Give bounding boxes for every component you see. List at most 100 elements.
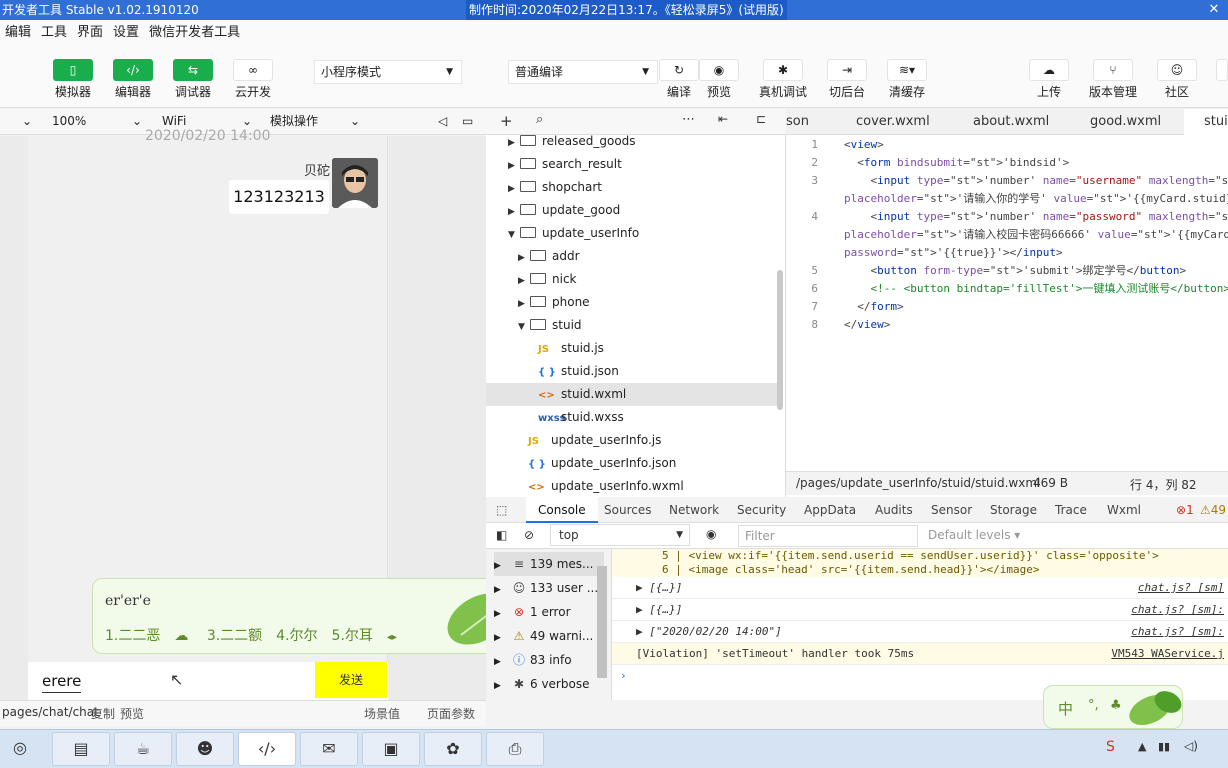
menu-view[interactable]: 界面 <box>72 20 108 46</box>
console-source-link[interactable]: chat.js? [sm]: <box>1131 621 1224 642</box>
file-tree-item[interactable]: ▼ update_userInfo <box>486 222 778 245</box>
file-tree-item[interactable]: JS stuid.js <box>486 337 778 360</box>
preview-link[interactable]: 预览 <box>120 705 144 722</box>
console-line[interactable]: ▶ [{…}] chat.js? [sm]: <box>612 599 1228 621</box>
file-explorer-icon[interactable]: ▤ <box>52 732 110 766</box>
console-filter-item[interactable]: ▶ ⓘ 83 info <box>494 648 604 672</box>
file-tree-item[interactable]: wxssstuid.wxss <box>486 406 778 429</box>
file-tree-item[interactable]: ▶ shopchart <box>486 176 778 199</box>
file-tree-item[interactable]: ▶ search_result <box>486 153 778 176</box>
more-button[interactable] <box>1216 59 1228 81</box>
file-tree-item[interactable]: { } stuid.json <box>486 360 778 383</box>
menu-settings[interactable]: 设置 <box>108 20 144 46</box>
tab-about[interactable]: about.wxml <box>973 109 1049 135</box>
tab-sources[interactable]: Sources <box>604 497 651 523</box>
console-filter-item[interactable]: ▶ ✱ 6 verbose <box>494 672 604 696</box>
close-window-icon[interactable]: ✕ <box>1200 0 1228 20</box>
more-icon[interactable]: ⋯ <box>682 112 695 127</box>
console-filter-item[interactable]: ▶ ☺ 133 user ... <box>494 576 604 600</box>
paw-icon[interactable]: ✿ <box>424 732 482 766</box>
devtools-taskbar-icon[interactable]: ‹/› <box>238 732 296 766</box>
tab-json[interactable]: son <box>786 109 809 135</box>
scrollbar[interactable] <box>597 566 607 678</box>
tab-network[interactable]: Network <box>669 497 719 523</box>
console-line[interactable]: ▶ [{…}] chat.js? [sm] <box>612 577 1228 599</box>
java-ee-icon[interactable]: ☕ <box>114 732 172 766</box>
file-tree-item[interactable]: <> stuid.wxml <box>486 383 778 406</box>
compile-button[interactable]: ↻ 编译 <box>659 59 699 100</box>
console-source-link[interactable]: chat.js? [sm]: <box>1131 599 1224 620</box>
console-line[interactable]: [Violation] 'setTimeout' handler took 75… <box>612 643 1228 665</box>
ime-language-label[interactable]: 中 <box>1058 698 1073 719</box>
network-signal-icon[interactable]: ▮▮ <box>1158 740 1170 753</box>
cloud-dev-button[interactable]: ∞ 云开发 <box>233 59 273 100</box>
console-filter-item[interactable]: ▶ ⊗ 1 error <box>494 600 604 624</box>
console-filter-item[interactable]: ▶ ⚠ 49 warni... <box>494 624 604 648</box>
tab-sensor[interactable]: Sensor <box>931 497 972 523</box>
file-tree-item[interactable]: JS update_userInfo.js <box>486 429 778 452</box>
file-tree-item[interactable]: <> update_userInfo.wxml <box>486 475 778 498</box>
zoom-select[interactable]: 100% ⌄ <box>52 109 142 133</box>
recorder-icon[interactable]: ⎙ <box>486 732 544 766</box>
scene-value-button[interactable]: 场景值 <box>364 705 400 722</box>
community-button[interactable]: ☺ 社区 <box>1157 59 1197 100</box>
menu-tools[interactable]: 工具 <box>36 20 72 46</box>
file-tree-item[interactable]: ▶ addr <box>486 245 778 268</box>
console-filter-input[interactable]: Filter <box>738 525 918 547</box>
tab-security[interactable]: Security <box>737 497 786 523</box>
ime-candidate[interactable]: 5.尔耳 <box>332 628 373 644</box>
send-button[interactable]: 发送 <box>315 662 387 698</box>
version-button[interactable]: ⑂ 版本管理 <box>1089 59 1137 100</box>
console-line[interactable]: 6 | <image class='head' src='{{item.send… <box>612 563 1228 577</box>
ime-candidate[interactable]: 3.二二额 <box>207 628 262 644</box>
tab-audits[interactable]: Audits <box>875 497 913 523</box>
error-count[interactable]: ⊗1 <box>1176 497 1194 523</box>
inspect-icon[interactable]: ⬚ <box>496 497 507 523</box>
wechat-icon[interactable]: ✉ <box>300 732 358 766</box>
message-input[interactable]: erere <box>42 670 82 693</box>
chrome-icon[interactable]: ◎ <box>0 732 40 766</box>
scrollbar[interactable] <box>777 270 783 410</box>
console-line[interactable]: ▶ ["2020/02/20 14:00"] chat.js? [sm]: <box>612 621 1228 643</box>
copy-link[interactable]: 复制 <box>91 705 115 722</box>
context-select[interactable]: top ▼ <box>550 524 690 546</box>
page-arrows-icon[interactable]: ◂▸ <box>387 632 397 643</box>
file-tree-item[interactable]: ▶ phone <box>486 291 778 314</box>
file-tree-item[interactable]: ▶ released_goods <box>486 130 778 153</box>
skin-icon[interactable]: ♣ <box>1110 698 1122 713</box>
tray-arrow-icon[interactable]: ▲ <box>1138 740 1146 753</box>
tab-wxml[interactable]: Wxml <box>1107 497 1141 523</box>
levels-select[interactable]: Default levels ▾ <box>928 528 1020 542</box>
collapse-icon[interactable]: ⇤ <box>718 112 728 126</box>
file-tree-item[interactable]: ▶ nick <box>486 268 778 291</box>
volume-icon[interactable]: ◁) <box>1184 739 1198 753</box>
console-filter-item[interactable]: ▶ ≡ 139 mes... <box>494 552 604 576</box>
warning-count[interactable]: ⚠49 <box>1200 497 1226 523</box>
mode-select[interactable]: 小程序模式 ▼ <box>314 60 462 84</box>
background-button[interactable]: ⇥ 切后台 <box>827 59 867 100</box>
upload-button[interactable]: ☁ 上传 <box>1029 59 1069 100</box>
menu-wechat-devtools[interactable]: 微信开发者工具 <box>144 20 245 46</box>
simulate-operation-select[interactable]: 模拟操作 ⌄ <box>270 109 360 133</box>
tab-stuid[interactable]: stuid <box>1184 109 1228 135</box>
file-tree-item[interactable]: ▼ stuid <box>486 314 778 337</box>
search-icon[interactable]: ⌕ <box>536 112 543 127</box>
users-icon[interactable]: ☻ <box>176 732 234 766</box>
page-params-button[interactable]: 页面参数 <box>427 705 475 722</box>
console-source-link[interactable]: chat.js? [sm] <box>1138 577 1224 598</box>
tab-trace[interactable]: Trace <box>1055 497 1087 523</box>
clear-console-icon[interactable]: ⊘ <box>524 528 534 542</box>
console-line[interactable]: › <box>612 665 1228 687</box>
simulator-toggle[interactable]: ▯ 模拟器 <box>53 59 93 100</box>
tab-cover[interactable]: cover.wxml <box>856 109 930 135</box>
file-tree-item[interactable]: { } update_userInfo.json <box>486 452 778 475</box>
split-icon[interactable]: ⊏ <box>756 112 766 126</box>
ime-candidate[interactable]: 4.尔尔 <box>276 628 317 644</box>
real-debug-button[interactable]: ✱ 真机调试 <box>758 59 808 100</box>
window-app-icon[interactable]: ▣ <box>362 732 420 766</box>
file-tree-item[interactable]: ▶ update_good <box>486 199 778 222</box>
tab-storage[interactable]: Storage <box>990 497 1037 523</box>
tab-good[interactable]: good.wxml <box>1090 109 1161 135</box>
preview-button[interactable]: ◉ 预览 <box>699 59 739 100</box>
punctuation-icon[interactable]: °, <box>1088 698 1099 713</box>
